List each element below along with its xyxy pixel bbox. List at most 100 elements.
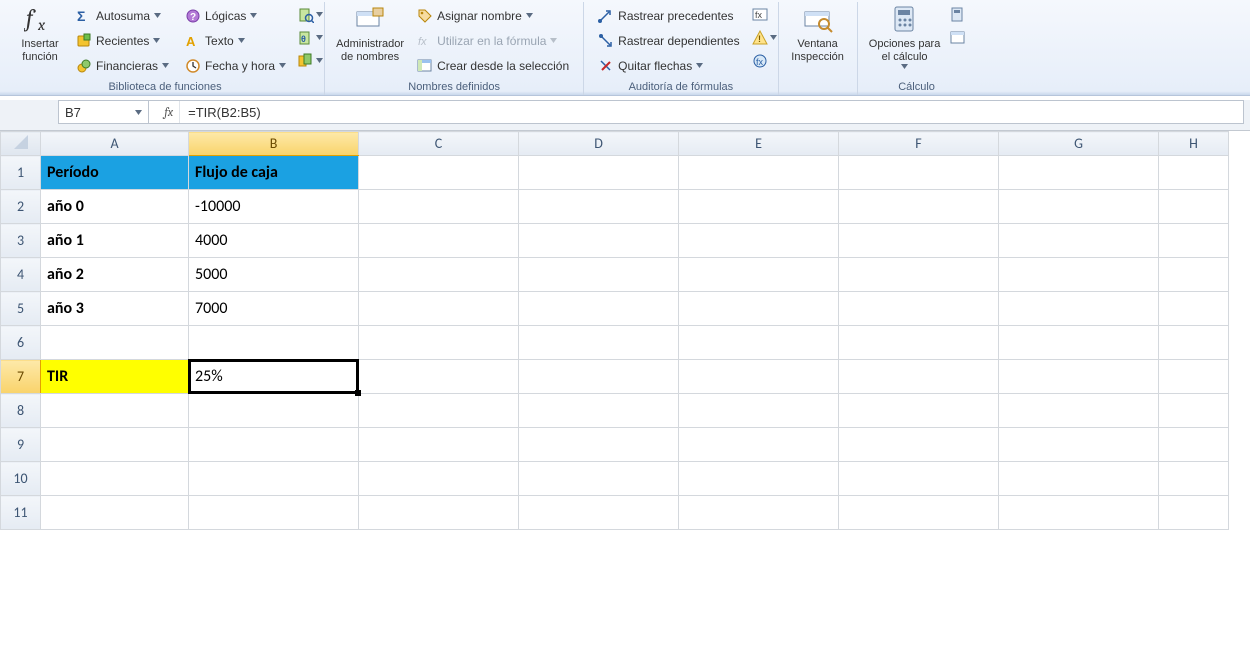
trace-precedents-button[interactable]: Rastrear precedentes — [594, 4, 743, 27]
cell-C1[interactable] — [359, 156, 519, 190]
cell-E6[interactable] — [679, 326, 839, 360]
cell-E10[interactable] — [679, 462, 839, 496]
cell-C10[interactable] — [359, 462, 519, 496]
lookup-reference-button[interactable] — [296, 5, 316, 25]
cell-G2[interactable] — [999, 190, 1159, 224]
row-header-7[interactable]: 7 — [1, 360, 41, 394]
row-header-3[interactable]: 3 — [1, 224, 41, 258]
cell-D1[interactable] — [519, 156, 679, 190]
more-functions-button[interactable] — [296, 51, 316, 71]
row-header-11[interactable]: 11 — [1, 496, 41, 530]
cell-B5[interactable]: 7000 — [189, 292, 359, 326]
cell-C5[interactable] — [359, 292, 519, 326]
cell-D2[interactable] — [519, 190, 679, 224]
cell-H6[interactable] — [1159, 326, 1229, 360]
cell-E7[interactable] — [679, 360, 839, 394]
cell-D4[interactable] — [519, 258, 679, 292]
row-header-1[interactable]: 1 — [1, 156, 41, 190]
cell-D7[interactable] — [519, 360, 679, 394]
text-button[interactable]: A Texto — [181, 29, 290, 52]
row-header-10[interactable]: 10 — [1, 462, 41, 496]
cell-E2[interactable] — [679, 190, 839, 224]
cell-C7[interactable] — [359, 360, 519, 394]
formula-input[interactable]: =TIR(B2:B5) — [180, 105, 1243, 120]
cell-D9[interactable] — [519, 428, 679, 462]
cell-F4[interactable] — [839, 258, 999, 292]
cell-A6[interactable] — [41, 326, 189, 360]
cell-A11[interactable] — [41, 496, 189, 530]
cell-F6[interactable] — [839, 326, 999, 360]
cell-C8[interactable] — [359, 394, 519, 428]
cell-A4[interactable]: año 2 — [41, 258, 189, 292]
cell-A1[interactable]: Período — [41, 156, 189, 190]
calculate-sheet-button[interactable] — [948, 28, 968, 48]
row-header-5[interactable]: 5 — [1, 292, 41, 326]
cell-G3[interactable] — [999, 224, 1159, 258]
cancel-icon[interactable] — [155, 105, 158, 119]
select-all-corner[interactable] — [1, 132, 41, 156]
cell-G9[interactable] — [999, 428, 1159, 462]
col-header-C[interactable]: C — [359, 132, 519, 156]
cell-F9[interactable] — [839, 428, 999, 462]
cell-E8[interactable] — [679, 394, 839, 428]
recent-button[interactable]: Recientes — [72, 29, 173, 52]
cell-C9[interactable] — [359, 428, 519, 462]
cell-A3[interactable]: año 1 — [41, 224, 189, 258]
assign-name-button[interactable]: Asignar nombre — [413, 4, 573, 27]
cell-G8[interactable] — [999, 394, 1159, 428]
row-header-2[interactable]: 2 — [1, 190, 41, 224]
cell-B2[interactable]: -10000 — [189, 190, 359, 224]
col-header-B[interactable]: B — [189, 132, 359, 156]
cell-B3[interactable]: 4000 — [189, 224, 359, 258]
show-formulas-button[interactable]: fx — [750, 5, 770, 25]
datetime-button[interactable]: Fecha y hora — [181, 54, 290, 77]
cell-H7[interactable] — [1159, 360, 1229, 394]
financial-button[interactable]: Financieras — [72, 54, 173, 77]
cell-B8[interactable] — [189, 394, 359, 428]
remove-arrows-button[interactable]: Quitar flechas — [594, 54, 743, 77]
cell-D10[interactable] — [519, 462, 679, 496]
cell-H9[interactable] — [1159, 428, 1229, 462]
col-header-A[interactable]: A — [41, 132, 189, 156]
cell-E9[interactable] — [679, 428, 839, 462]
logical-button[interactable]: ? Lógicas — [181, 4, 290, 27]
row-header-8[interactable]: 8 — [1, 394, 41, 428]
col-header-G[interactable]: G — [999, 132, 1159, 156]
trace-dependents-button[interactable]: Rastrear dependientes — [594, 29, 743, 52]
cell-D5[interactable] — [519, 292, 679, 326]
cell-A10[interactable] — [41, 462, 189, 496]
insert-function-button[interactable]: fx Insertar función — [12, 2, 68, 65]
cell-A9[interactable] — [41, 428, 189, 462]
cell-H4[interactable] — [1159, 258, 1229, 292]
col-header-E[interactable]: E — [679, 132, 839, 156]
row-header-9[interactable]: 9 — [1, 428, 41, 462]
name-box[interactable]: B7 — [59, 101, 149, 123]
cell-A2[interactable]: año 0 — [41, 190, 189, 224]
cell-C4[interactable] — [359, 258, 519, 292]
cell-D8[interactable] — [519, 394, 679, 428]
math-trig-button[interactable]: θ — [296, 28, 316, 48]
cell-B11[interactable] — [189, 496, 359, 530]
cell-F10[interactable] — [839, 462, 999, 496]
row-header-4[interactable]: 4 — [1, 258, 41, 292]
cell-E1[interactable] — [679, 156, 839, 190]
evaluate-formula-button[interactable]: fx — [750, 51, 770, 71]
cell-B7[interactable]: 25% — [189, 360, 359, 394]
cell-G6[interactable] — [999, 326, 1159, 360]
cell-H5[interactable] — [1159, 292, 1229, 326]
fx-icon[interactable]: fx — [164, 105, 173, 119]
cell-B4[interactable]: 5000 — [189, 258, 359, 292]
cell-G5[interactable] — [999, 292, 1159, 326]
cell-H11[interactable] — [1159, 496, 1229, 530]
cell-F1[interactable] — [839, 156, 999, 190]
cell-B1[interactable]: Flujo de caja — [189, 156, 359, 190]
cell-G10[interactable] — [999, 462, 1159, 496]
cell-B10[interactable] — [189, 462, 359, 496]
cell-C6[interactable] — [359, 326, 519, 360]
use-in-formula-button[interactable]: fx Utilizar en la fórmula — [413, 29, 573, 52]
cell-C3[interactable] — [359, 224, 519, 258]
cell-F5[interactable] — [839, 292, 999, 326]
cell-B9[interactable] — [189, 428, 359, 462]
cell-F8[interactable] — [839, 394, 999, 428]
cell-G7[interactable] — [999, 360, 1159, 394]
